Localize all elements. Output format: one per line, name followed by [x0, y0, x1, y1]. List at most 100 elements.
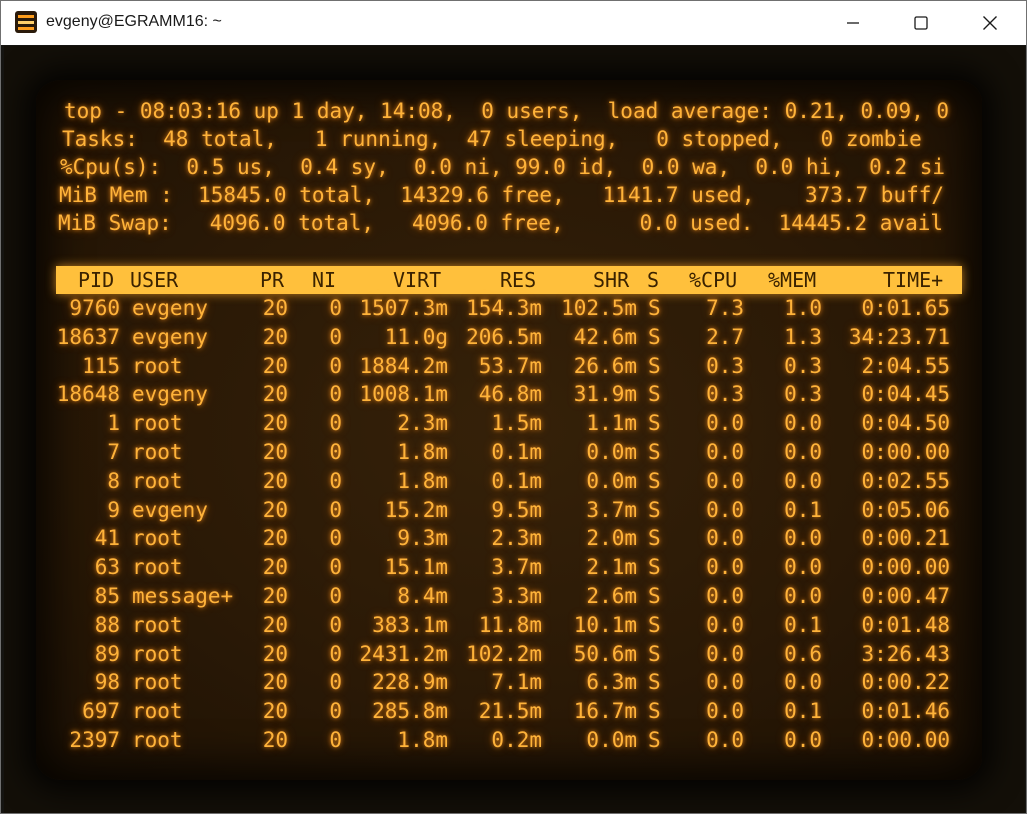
process-row: 98 root 20 0 228.9m 7.1m 6.3m S 0.0 0.0 0:00.22	[36, 668, 982, 696]
cell-ni: 0	[329, 497, 342, 522]
cell-pr: 20	[262, 699, 288, 724]
cell-ni: 0	[329, 296, 342, 320]
cell-user: evgeny	[132, 497, 208, 522]
col-mem: %MEM	[768, 268, 817, 292]
cell-s: S	[648, 612, 661, 637]
cell-ni: 0	[329, 699, 342, 724]
cell-res: 11.8m	[478, 612, 542, 637]
cell-user: root	[132, 612, 183, 637]
cell-pr: 20	[262, 411, 288, 436]
cell-mem: 0.0	[784, 411, 822, 436]
cell-mem: 0.3	[784, 353, 822, 378]
maximize-button[interactable]	[887, 1, 955, 45]
cell-virt: 383.1m	[372, 612, 448, 637]
cell-mem: 0.0	[784, 526, 822, 551]
cell-mem: 0.6	[784, 641, 822, 666]
cell-user: root	[132, 670, 183, 695]
cell-shr: 2.0m	[586, 526, 637, 551]
cell-time: 0:01.46	[861, 699, 950, 724]
window-title: evgeny@EGRAMM16: ~	[46, 13, 222, 30]
minimize-button[interactable]	[819, 1, 887, 45]
cell-ni: 0	[329, 526, 342, 551]
summary-uptime-line: top - 08:03:16 up 1 day, 14:08, 0 users,…	[64, 99, 950, 123]
cell-res: 21.5m	[478, 699, 542, 724]
cell-mem: 0.0	[784, 440, 822, 464]
cell-cpu: 0.0	[706, 411, 744, 436]
cell-virt: 9.3m	[397, 526, 448, 551]
summary-swap-line: MiB Swap: 4096.0 total, 4096.0 free, 0.0…	[58, 211, 944, 235]
cell-shr: 16.7m	[573, 699, 637, 724]
cell-virt: 1.8m	[397, 468, 448, 493]
process-row: 88 root 20 0 383.1m 11.8m 10.1m S 0.0 0.1 0:01.48	[36, 611, 982, 639]
cell-pr: 20	[262, 468, 288, 493]
cell-shr: 50.6m	[573, 641, 637, 666]
cell-pid: 9760	[69, 296, 120, 320]
process-row: 697 root 20 0 285.8m 21.5m 16.7m S 0.0 0.1 0:01.46	[36, 697, 982, 725]
cell-cpu: 0.0	[706, 440, 744, 464]
cell-ni: 0	[329, 411, 342, 436]
cell-res: 53.7m	[478, 353, 542, 378]
cell-ni: 0	[329, 641, 342, 666]
cell-shr: 6.3m	[586, 670, 637, 695]
cell-res: 3.7m	[491, 555, 542, 580]
col-time: TIME+	[883, 268, 944, 292]
cell-s: S	[648, 296, 661, 320]
cell-time: 0:00.21	[861, 526, 950, 551]
crt-terminal-area[interactable]: top - 08:03:16 up 1 day, 14:08, 0 users,…	[4, 46, 1025, 813]
cell-pid: 9	[107, 497, 120, 522]
cell-pid: 85	[94, 584, 120, 608]
cell-s: S	[648, 382, 661, 407]
cell-cpu: 0.3	[706, 353, 744, 378]
close-button[interactable]	[956, 1, 1024, 45]
cell-pr: 20	[262, 382, 288, 407]
cell-cpu: 0.0	[706, 612, 744, 637]
title-bar[interactable]: evgeny@EGRAMM16: ~	[1, 1, 1026, 45]
cell-ni: 0	[329, 555, 342, 580]
cell-mem: 0.1	[784, 612, 822, 637]
cell-res: 154.3m	[466, 296, 542, 320]
cell-user: root	[132, 526, 183, 551]
cell-shr: 3.7m	[586, 497, 637, 522]
cell-mem: 1.3	[784, 324, 822, 349]
cell-res: 46.8m	[478, 382, 542, 407]
cell-shr: 0.0m	[586, 440, 637, 464]
cell-time: 0:00.00	[861, 728, 950, 752]
cell-virt: 1008.1m	[359, 382, 448, 407]
cell-mem: 0.0	[784, 670, 822, 695]
cell-pid: 7	[107, 440, 120, 464]
process-row: 9 evgeny 20 0 15.2m 9.5m 3.7m S 0.0 0.1 0:05.06	[36, 496, 982, 524]
cell-ni: 0	[329, 728, 342, 752]
cell-cpu: 0.0	[706, 584, 744, 608]
cell-s: S	[648, 324, 661, 349]
cell-time: 0:01.65	[861, 296, 950, 320]
cell-res: 7.1m	[491, 670, 542, 695]
process-row: 2397 root 20 0 1.8m 0.2m 0.0m S 0.0 0.0 0:00.00	[36, 726, 982, 754]
cell-cpu: 2.7	[706, 324, 744, 349]
cell-s: S	[648, 670, 661, 695]
cell-res: 1.5m	[491, 411, 542, 436]
col-user: USER	[130, 268, 179, 292]
cell-ni: 0	[329, 584, 342, 608]
cell-s: S	[648, 497, 661, 522]
top-summary: top - 08:03:16 up 1 day, 14:08, 0 users,…	[36, 80, 982, 260]
cell-user: root	[132, 353, 183, 378]
cell-s: S	[648, 353, 661, 378]
cell-res: 9.5m	[491, 497, 542, 522]
cell-shr: 1.1m	[586, 411, 637, 436]
cell-shr: 42.6m	[573, 324, 637, 349]
terminal-screen[interactable]: top - 08:03:16 up 1 day, 14:08, 0 users,…	[36, 80, 982, 780]
col-cpu: %CPU	[689, 268, 738, 292]
cell-shr: 10.1m	[573, 612, 637, 637]
cell-cpu: 0.0	[706, 497, 744, 522]
cell-pr: 20	[262, 728, 288, 752]
cell-virt: 15.2m	[384, 497, 448, 522]
cell-pr: 20	[262, 440, 288, 464]
process-row: 8 root 20 0 1.8m 0.1m 0.0m S 0.0 0.0 0:02.55	[36, 467, 982, 495]
cell-virt: 2431.2m	[359, 641, 448, 666]
cell-shr: 0.0m	[586, 728, 637, 752]
cell-res: 3.3m	[491, 584, 542, 608]
process-row: 85 message+ 20 0 8.4m 3.3m 2.6m S 0.0 0.0 0:00.47	[36, 582, 982, 610]
cell-virt: 11.0g	[384, 324, 448, 349]
cell-mem: 0.1	[784, 497, 822, 522]
cell-pr: 20	[262, 497, 288, 522]
